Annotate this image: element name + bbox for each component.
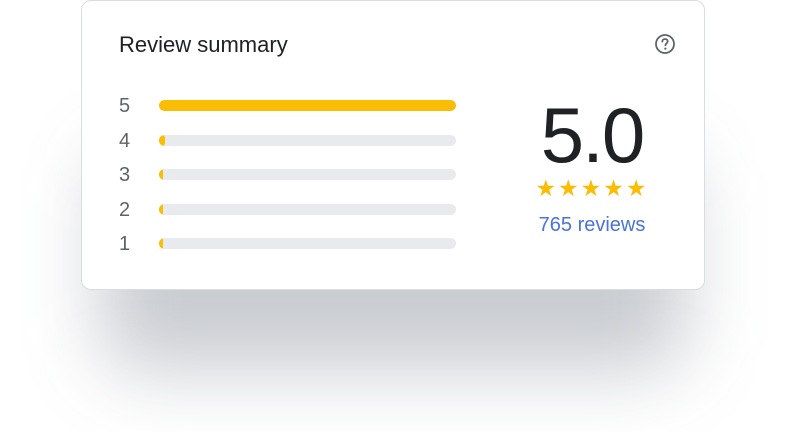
rating-bar-fill xyxy=(159,169,163,180)
rating-row-3[interactable]: 3 xyxy=(119,160,459,195)
help-circle-icon[interactable] xyxy=(655,34,675,54)
rating-label: 1 xyxy=(119,233,131,255)
rating-label: 5 xyxy=(119,95,131,117)
rating-bar-fill xyxy=(159,100,456,111)
card-title: Review summary xyxy=(119,32,288,57)
rating-bar-fill xyxy=(159,203,163,215)
rating-bar-track xyxy=(159,134,456,146)
overall-rating: 5.0 ★★★★★ 765 reviews xyxy=(512,93,672,237)
rating-row-2[interactable]: 2 xyxy=(119,195,459,230)
rating-row-1[interactable]: 1 xyxy=(119,229,459,264)
rating-row-4[interactable]: 4 xyxy=(119,126,459,161)
rating-bar-fill xyxy=(159,134,165,146)
star-rating-icon: ★★★★★ xyxy=(535,175,649,201)
average-rating: 5.0 xyxy=(540,91,645,179)
rating-bar-track xyxy=(159,203,456,215)
rating-bar-track xyxy=(159,169,456,180)
rating-bar-fill xyxy=(159,238,163,249)
rating-label: 2 xyxy=(119,198,131,221)
rating-bar-track xyxy=(159,100,456,111)
rating-label: 4 xyxy=(119,129,131,152)
rating-distribution: 5 4 3 2 1 xyxy=(119,91,459,264)
rating-bar-track xyxy=(159,238,456,249)
rating-label: 3 xyxy=(119,164,131,186)
page: Review summary 5 4 3 2 1 5.0 ★★★★★ 765 r… xyxy=(0,0,786,431)
rating-row-5[interactable]: 5 xyxy=(119,91,459,126)
review-summary-card: Review summary 5 4 3 2 1 5.0 ★★★★★ 765 r… xyxy=(81,0,705,290)
reviews-count-link[interactable]: 765 reviews xyxy=(512,213,672,237)
